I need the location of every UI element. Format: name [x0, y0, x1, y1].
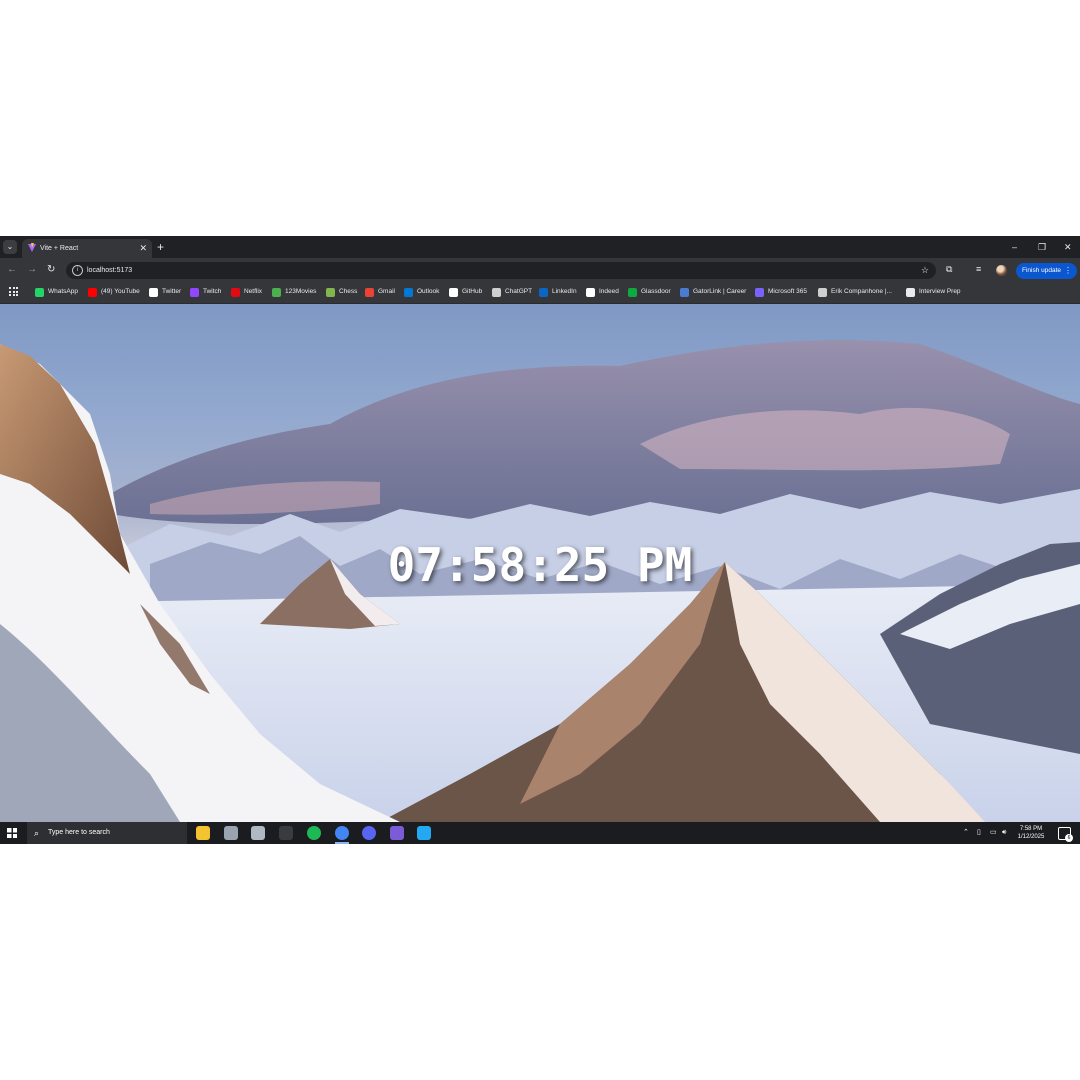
github-icon — [449, 288, 458, 297]
spotify-icon[interactable] — [307, 826, 321, 840]
chatgpt-icon — [492, 288, 501, 297]
bookmark-label: (49) YouTube — [101, 288, 140, 295]
new-tab-button[interactable]: + — [157, 239, 164, 255]
bookmarks-bar: WhatsApp (49) YouTube Twitter Twitch Net… — [0, 282, 1080, 304]
speedometer-app-icon[interactable] — [279, 826, 293, 840]
close-window-icon[interactable]: ✕ — [1064, 241, 1072, 253]
globe-icon — [818, 288, 827, 297]
bookmark-label: Twitter — [162, 288, 182, 295]
forward-icon[interactable]: → — [27, 263, 37, 277]
bookmark-label: ChatGPT — [505, 288, 533, 295]
obsidian-icon[interactable] — [390, 826, 404, 840]
address-url[interactable]: localhost:5173 — [87, 265, 132, 276]
play-icon — [272, 288, 281, 297]
bookmark-label: Indeed — [599, 288, 619, 295]
twitch-icon — [190, 288, 199, 297]
taskbar-search-placeholder: Type here to search — [48, 829, 110, 836]
search-icon: ⌕ — [34, 828, 40, 838]
taskbar-time: 7:58 PM — [1019, 826, 1043, 832]
bookmark-label: Microsoft 365 — [768, 288, 808, 295]
media-control-icon[interactable]: ≡ — [976, 263, 981, 276]
gatorlink-icon — [680, 288, 689, 297]
file-explorer-icon[interactable] — [196, 826, 210, 840]
tray-device-icon[interactable]: ▯ — [977, 828, 981, 838]
notification-count-badge: 6 — [1065, 834, 1073, 842]
bookmark-star-icon[interactable]: ☆ — [921, 264, 929, 276]
volume-icon[interactable]: 🔊︎ — [1002, 828, 1006, 838]
bookmark-label: Twitch — [203, 288, 222, 295]
gmail-icon — [365, 288, 374, 297]
minimize-icon[interactable]: – — [1012, 241, 1017, 253]
bookmark-label: GatorLink | Career — [693, 288, 747, 295]
tray-chevron-icon[interactable]: ⌃ — [963, 828, 969, 838]
bookmark-label: WhatsApp — [48, 288, 78, 295]
tab-strip: ⌄ Vite + React ✕ + – ❐ ✕ — [0, 236, 1080, 258]
outlook-icon — [404, 288, 413, 297]
shield-app-icon[interactable] — [251, 826, 265, 840]
screen: ⌄ Vite + React ✕ + – ❐ ✕ ← → ↻ i localho… — [0, 236, 1080, 844]
pawn-icon — [326, 288, 335, 297]
bookmark-label: Outlook — [417, 288, 440, 295]
reload-icon[interactable]: ↻ — [47, 263, 55, 277]
tab-title: Vite + React — [40, 245, 79, 252]
bookmark-label: Netflix — [244, 288, 263, 295]
tab-search-button[interactable]: ⌄ — [3, 240, 17, 254]
taskbar-clock[interactable]: 7:58 PM 1/12/2025 — [1010, 825, 1052, 841]
bookmark-label: Gmail — [378, 288, 395, 295]
taskbar-search-box[interactable]: ⌕ Type here to search — [27, 822, 187, 844]
finish-update-button[interactable]: Finish update ⋮ — [1016, 263, 1077, 279]
youtube-icon — [88, 288, 97, 297]
netflix-icon — [231, 288, 240, 297]
network-icon[interactable]: ▭ — [990, 828, 997, 838]
windows-start-icon[interactable] — [7, 828, 17, 838]
site-info-icon[interactable]: i — [72, 265, 83, 276]
bookmark-label: Erik Companhone |... — [831, 288, 892, 295]
tab-vite-react[interactable]: Vite + React ✕ — [22, 239, 152, 258]
bookmark-label: LinkedIn — [552, 288, 577, 295]
folder-icon — [906, 288, 915, 297]
chrome-active-indicator — [335, 842, 349, 844]
apps-grid-icon[interactable] — [9, 287, 18, 296]
bookmark-label: Interview Prep — [919, 288, 961, 295]
finish-update-label: Finish update — [1022, 267, 1062, 274]
whatsapp-icon — [35, 288, 44, 297]
taskbar-date: 1/12/2025 — [1017, 834, 1045, 840]
digital-clock: 07:58:25 PM — [387, 538, 693, 592]
extensions-icon[interactable]: ⧉ — [946, 263, 952, 276]
bookmark-label: 123Movies — [285, 288, 317, 295]
profile-avatar[interactable] — [996, 265, 1007, 276]
glassdoor-icon — [628, 288, 637, 297]
chrome-icon[interactable] — [335, 826, 349, 840]
bookmark-label: GitHub — [462, 288, 483, 295]
microsoft365-icon — [755, 288, 764, 297]
app-icon-2[interactable] — [224, 826, 238, 840]
linkedin-icon — [539, 288, 548, 297]
more-menu-icon: ⋮ — [1064, 266, 1072, 275]
page-content: 07:58:25 PM — [0, 304, 1080, 822]
restore-icon[interactable]: ❐ — [1038, 241, 1046, 253]
windows-taskbar: ⌕ Type here to search ⌃ ▯ ▭ 🔊︎ 7:58 PM 1… — [0, 822, 1080, 844]
indeed-icon — [586, 288, 595, 297]
tab-close-icon[interactable]: ✕ — [139, 242, 147, 254]
back-icon[interactable]: ← — [7, 263, 17, 277]
vscode-icon[interactable] — [417, 826, 431, 840]
browser-toolbar: ← → ↻ i localhost:5173 ☆ ⧉ ≡ Finish upda… — [0, 258, 1080, 282]
bookmark-label: Chess — [339, 288, 358, 295]
bookmark-label: Glassdoor — [641, 288, 671, 295]
vite-icon — [28, 243, 36, 252]
address-bar[interactable]: i localhost:5173 ☆ — [66, 262, 936, 279]
discord-icon[interactable] — [362, 826, 376, 840]
x-icon — [149, 288, 158, 297]
